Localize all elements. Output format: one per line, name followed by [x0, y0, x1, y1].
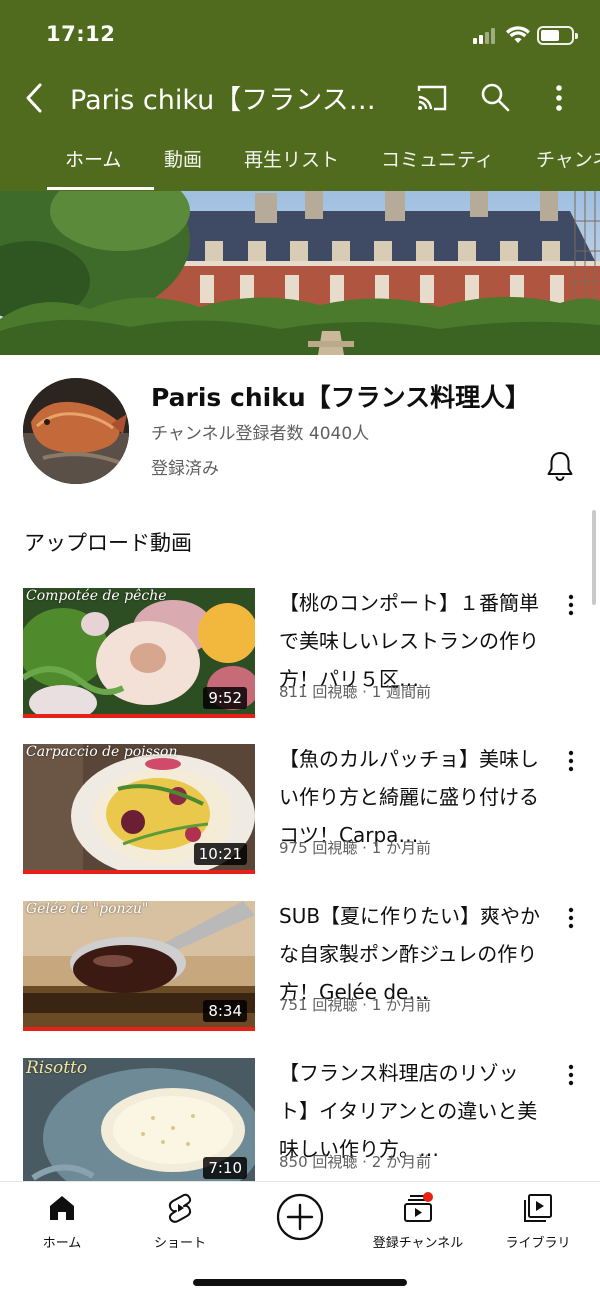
video-duration: 9:52: [203, 687, 247, 709]
video-item[interactable]: Gelée de "ponzu" 8:34 SUB【夏に作りたい】爽やかな自家製…: [0, 901, 600, 1041]
video-thumbnail[interactable]: Risotto 7:10: [23, 1058, 255, 1188]
nav-home-label: ホーム: [42, 1236, 82, 1251]
nav-home[interactable]: ホーム: [2, 1190, 122, 1251]
notification-bell-icon[interactable]: [545, 450, 575, 482]
uploads-section-title: アップロード動画: [24, 531, 192, 555]
nav-shorts[interactable]: ショート: [120, 1190, 240, 1251]
channel-avatar[interactable]: [23, 378, 129, 484]
active-tab-indicator: [47, 187, 154, 190]
video-duration: 8:34: [203, 1000, 247, 1022]
video-meta: 975 回視聴 · 1 か月前: [279, 839, 432, 857]
wifi-icon: [506, 26, 530, 43]
tab-home[interactable]: ホーム: [65, 145, 121, 172]
back-icon[interactable]: [22, 80, 48, 116]
library-icon: [524, 1194, 552, 1222]
subscribed-button[interactable]: 登録済み: [151, 454, 219, 479]
search-icon[interactable]: [479, 81, 511, 113]
video-thumbnail[interactable]: Carpaccio de poisson 10:21: [23, 744, 255, 874]
video-more-icon[interactable]: [562, 1062, 580, 1088]
tab-videos[interactable]: 動画: [164, 145, 202, 172]
watch-progress-bar: [23, 714, 255, 718]
video-thumbnail[interactable]: Gelée de "ponzu" 8:34: [23, 901, 255, 1031]
thumbnail-caption: Carpaccio de poisson: [26, 744, 178, 760]
tab-community[interactable]: コミュニティ: [381, 145, 494, 172]
status-bar: 17:12: [0, 0, 600, 70]
nav-subscriptions[interactable]: 登録チャンネル: [358, 1190, 478, 1251]
video-item[interactable]: Compotée de pêche 9:52 【桃のコンポート】１番簡単で美味し…: [0, 588, 600, 728]
home-indicator[interactable]: [193, 1279, 407, 1286]
watch-progress-bar: [23, 870, 255, 874]
thumbnail-caption: Gelée de "ponzu": [26, 901, 149, 917]
video-more-icon[interactable]: [562, 748, 580, 774]
video-more-icon[interactable]: [562, 592, 580, 618]
cellular-signal-icon: [473, 28, 499, 44]
nav-library-label: ライブラリ: [505, 1236, 571, 1251]
channel-tabs: ホーム 動画 再生リスト コミュニティ チャンネル: [0, 128, 600, 191]
channel-name: Paris chiku【フランス料理人】: [151, 383, 531, 412]
battery-icon: [537, 26, 578, 45]
subscriber-count: チャンネル登録者数 4040人: [151, 424, 370, 444]
thumbnail-caption: Risotto: [26, 1058, 88, 1078]
video-duration: 7:10: [203, 1157, 247, 1179]
tab-playlists[interactable]: 再生リスト: [244, 145, 339, 172]
create-icon[interactable]: [275, 1192, 325, 1242]
tab-channels[interactable]: チャンネル: [536, 145, 600, 172]
video-item[interactable]: Risotto 7:10 【フランス料理店のリゾット】イタリアンとの違いと美味し…: [0, 1058, 600, 1198]
thumbnail-caption: Compotée de pêche: [26, 588, 167, 604]
status-time: 17:12: [46, 22, 116, 46]
nav-shorts-label: ショート: [153, 1236, 206, 1251]
video-thumbnail[interactable]: Compotée de pêche 9:52: [23, 588, 255, 718]
nav-library[interactable]: ライブラリ: [478, 1190, 598, 1251]
nav-subscriptions-label: 登録チャンネル: [372, 1236, 464, 1251]
watch-progress-bar: [23, 1027, 255, 1031]
home-icon: [50, 1196, 74, 1220]
cast-icon[interactable]: [416, 82, 448, 114]
more-vert-icon[interactable]: [545, 80, 573, 116]
shorts-icon: [168, 1193, 192, 1223]
subscriptions-icon: [404, 1192, 433, 1222]
video-item[interactable]: Carpaccio de poisson 10:21 【魚のカルパッチョ】美味し…: [0, 744, 600, 884]
app-bar: Paris chiku【フランス料理人】: [0, 70, 600, 126]
video-meta: 811 回視聴 · 1 週間前: [279, 683, 432, 701]
channel-banner: [0, 191, 600, 355]
video-more-icon[interactable]: [562, 905, 580, 931]
video-meta: 850 回視聴 · 2 か月前: [279, 1153, 432, 1171]
video-duration: 10:21: [193, 843, 247, 865]
channel-header: 17:12 Paris chiku【フランス料理人】: [0, 0, 600, 191]
app-bar-title: Paris chiku【フランス料理人】: [70, 85, 400, 116]
video-meta: 751 回視聴 · 1 か月前: [279, 996, 432, 1014]
